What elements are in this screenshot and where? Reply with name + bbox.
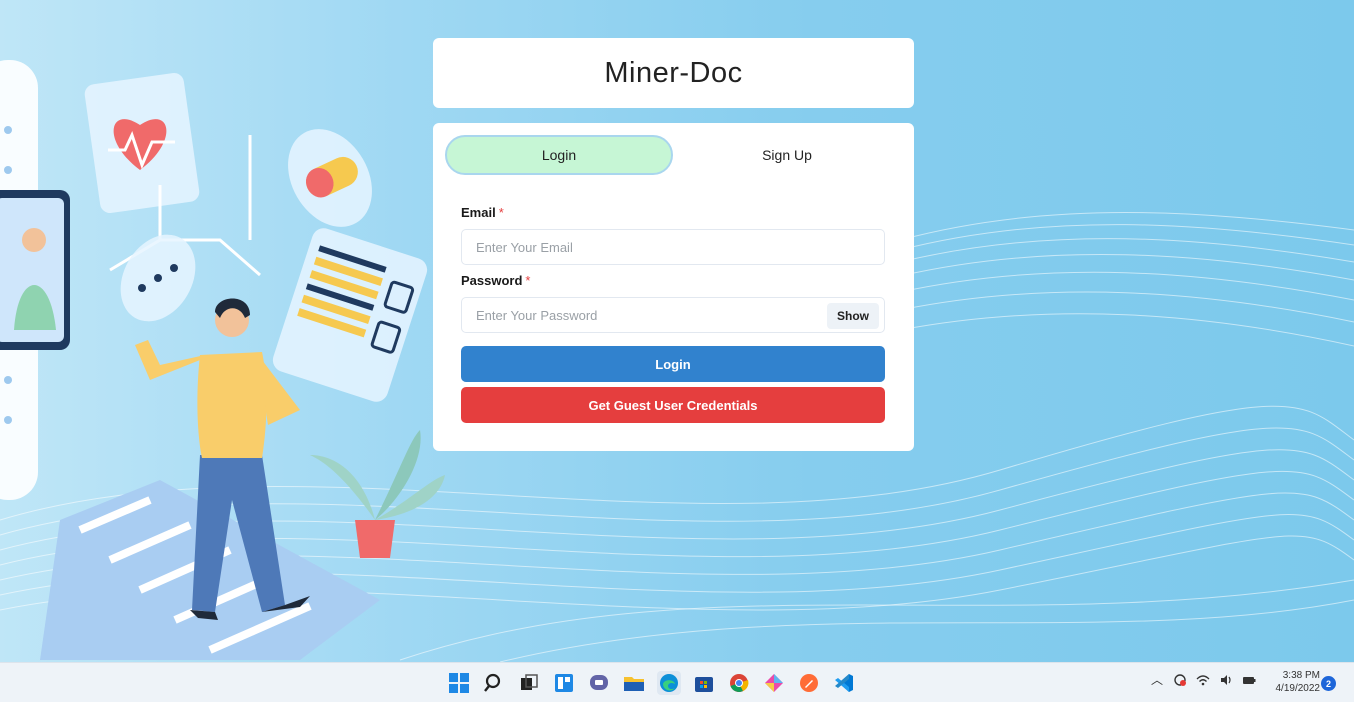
auth-form-card: Login Sign Up Email* Password* Show Logi… [433,123,914,451]
login-button[interactable]: Login [461,346,885,382]
chrome-icon[interactable] [727,671,751,695]
volume-icon[interactable] [1219,673,1233,687]
vscode-icon[interactable] [832,671,856,695]
email-input[interactable] [461,229,885,265]
task-view-icon[interactable] [517,671,541,695]
system-clock[interactable]: 3:38 PM 4/19/2022 [1262,669,1321,695]
password-label-text: Password [461,273,523,288]
postman-icon[interactable] [797,671,821,695]
clock-time: 3:38 PM [1282,670,1320,681]
tab-login[interactable]: Login [445,135,673,175]
onedrive-icon[interactable] [1173,673,1187,687]
sourcetree-icon[interactable] [762,671,786,695]
teams-chat-icon[interactable] [587,671,611,695]
required-mark: * [498,205,504,220]
widgets-icon[interactable] [552,671,576,695]
auth-tabs: Login Sign Up [445,135,902,175]
search-icon[interactable] [482,671,506,695]
file-explorer-icon[interactable] [622,671,646,695]
tab-sign-up[interactable]: Sign Up [673,135,901,175]
battery-icon[interactable] [1242,673,1256,687]
medical-illustration [0,60,445,660]
wifi-icon[interactable] [1196,673,1210,687]
notification-badge[interactable]: 2 [1321,676,1336,691]
password-input[interactable] [461,297,885,333]
show-password-button[interactable]: Show [827,303,879,329]
app-title: Miner-Doc [604,56,743,89]
system-tray: ︿ [1150,673,1256,687]
app-title-card: Miner-Doc [433,38,914,108]
email-label: Email * [461,205,504,220]
microsoft-store-icon[interactable] [692,671,716,695]
edge-browser-icon[interactable] [657,671,681,695]
clock-date: 4/19/2022 [1275,683,1321,694]
email-label-text: Email [461,205,496,220]
windows-taskbar: ︿ 3:38 PM 4/19/2022 2 [0,662,1354,702]
guest-credentials-button[interactable]: Get Guest User Credentials [461,387,885,423]
windows-start-icon[interactable] [447,671,471,695]
chevron-up-icon[interactable]: ︿ [1150,673,1164,687]
password-label: Password * [461,273,530,288]
required-mark: * [525,273,531,288]
taskbar-apps [447,671,856,695]
